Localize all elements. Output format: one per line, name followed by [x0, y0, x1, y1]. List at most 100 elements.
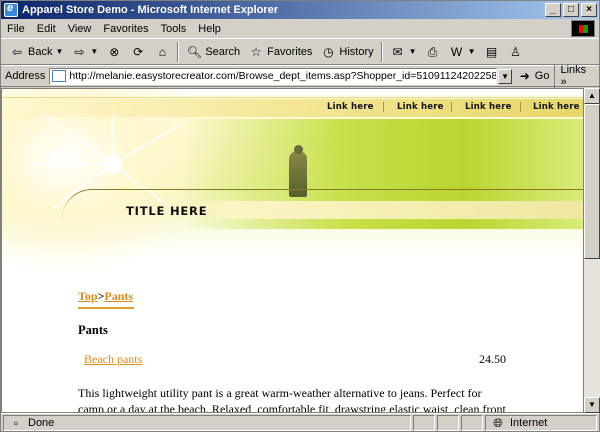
go-arrow-icon: ➜: [519, 69, 530, 83]
banner-title: TITLE HERE: [126, 204, 208, 218]
search-label: Search: [205, 45, 241, 58]
minimize-button[interactable]: _: [545, 3, 561, 17]
close-button[interactable]: ×: [581, 3, 597, 17]
menu-edit[interactable]: Edit: [31, 23, 62, 35]
mail-button[interactable]: ✉ ▼: [386, 41, 421, 63]
chevron-right-icon: »: [560, 76, 567, 88]
breadcrumb-top-link[interactable]: Top: [78, 289, 98, 303]
address-dropdown-button[interactable]: ▼: [498, 68, 512, 84]
breadcrumb-pants-link[interactable]: Pants: [104, 289, 133, 303]
chevron-down-icon: ▼: [467, 47, 476, 56]
chevron-down-icon: ▼: [90, 47, 99, 56]
breadcrumb-underline: [78, 307, 134, 309]
nav-link-4[interactable]: Link here: [533, 102, 580, 112]
home-button[interactable]: ⌂: [150, 41, 174, 63]
toolbar: ⇦ Back ▼ ⇨ ▼ ⊗ ⟳ ⌂ 🔍︎ Search ☆ Favorites…: [1, 39, 599, 65]
favorites-label: Favorites: [267, 45, 313, 58]
messenger-icon: ♙: [510, 44, 521, 59]
product-price: 24.50: [479, 352, 506, 366]
print-button[interactable]: ⎙: [421, 41, 445, 63]
page-viewport: Link here Link here Link here Link here …: [1, 88, 584, 413]
history-label: History: [339, 45, 374, 58]
go-label: Go: [534, 70, 550, 82]
banner-top-line: [2, 97, 583, 98]
menu-view[interactable]: View: [62, 23, 98, 35]
mail-icon: ✉: [392, 44, 403, 59]
nav-link-3[interactable]: Link here: [465, 102, 512, 112]
discuss-icon: ▤: [485, 44, 498, 59]
chevron-down-icon: ▼: [408, 47, 417, 56]
print-icon: ⎙: [427, 44, 438, 59]
toolbar-separator: [380, 41, 383, 62]
forward-button[interactable]: ⇨ ▼: [67, 41, 102, 63]
toolbar-separator: [177, 41, 180, 62]
nav-divider: [520, 102, 521, 112]
favorites-button[interactable]: ☆ Favorites: [244, 41, 316, 63]
menu-favorites[interactable]: Favorites: [97, 23, 154, 35]
address-input[interactable]: http://melanie.easystorecreator.com/Brow…: [49, 67, 498, 85]
status-cell: [413, 415, 435, 431]
stop-icon: ⊗: [109, 44, 120, 59]
go-button[interactable]: ➜ Go: [512, 68, 555, 84]
home-icon: ⌂: [158, 44, 166, 59]
menu-tools[interactable]: Tools: [155, 23, 193, 35]
address-bar: Address http://melanie.easystorecreator.…: [1, 64, 599, 88]
site-banner: Link here Link here Link here Link here …: [2, 89, 583, 279]
menu-bar: File Edit View Favorites Tools Help: [1, 19, 599, 39]
scroll-up-button[interactable]: ▲: [584, 88, 600, 104]
forward-arrow-icon: ⇨: [74, 44, 85, 59]
nav-divider: [383, 102, 384, 112]
page-icon: [52, 70, 67, 82]
edit-button[interactable]: W ▼: [445, 41, 480, 63]
window-title: Apparel Store Demo - Microsoft Internet …: [22, 4, 279, 16]
status-cell: [437, 415, 459, 431]
history-button[interactable]: ◷ History: [316, 41, 377, 63]
status-text-panel: ▫ Done: [3, 415, 411, 431]
status-cell: [461, 415, 483, 431]
zone-label: Internet: [510, 417, 548, 429]
vertical-scrollbar[interactable]: ▲ ▼: [584, 88, 600, 413]
discuss-button[interactable]: ▤: [480, 41, 504, 63]
refresh-button[interactable]: ⟳: [126, 41, 150, 63]
nav-divider: [451, 102, 452, 112]
menu-file[interactable]: File: [1, 23, 31, 35]
links-button[interactable]: Links »: [554, 64, 599, 88]
browser-window: Apparel Store Demo - Microsoft Internet …: [0, 0, 600, 432]
refresh-icon: ⟳: [133, 44, 144, 59]
department-title: Pants: [78, 323, 108, 337]
favorites-icon: ☆: [250, 44, 262, 59]
chevron-down-icon: ▼: [55, 47, 64, 56]
windows-logo-icon: [571, 20, 595, 37]
links-label: Links: [560, 64, 587, 76]
page-done-icon: ▫: [13, 416, 19, 430]
history-icon: ◷: [323, 44, 334, 59]
address-label: Address: [5, 70, 46, 82]
stop-button[interactable]: ⊗: [102, 41, 126, 63]
product-row: Beach pants 24.50: [78, 352, 506, 367]
ie-icon: [4, 2, 18, 17]
scroll-down-button[interactable]: ▼: [584, 397, 600, 413]
search-button[interactable]: 🔍︎ Search: [182, 41, 244, 63]
window-controls: _ □ ×: [545, 3, 597, 17]
menu-help[interactable]: Help: [192, 23, 227, 35]
security-zone: 🌐︎ Internet: [485, 415, 597, 431]
maximize-button[interactable]: □: [563, 3, 579, 17]
title-bar: Apparel Store Demo - Microsoft Internet …: [1, 1, 599, 19]
status-text: Done: [28, 417, 55, 429]
status-bar: ▫ Done 🌐︎ Internet: [1, 413, 599, 432]
back-arrow-icon: ⇦: [11, 44, 23, 59]
product-description: This lightweight utility pant is a great…: [78, 386, 506, 413]
search-icon: 🔍︎: [186, 44, 202, 59]
globe-icon: 🌐︎: [493, 416, 503, 430]
breadcrumb: Top>Pants: [78, 289, 518, 304]
word-edit-icon: W: [450, 44, 463, 59]
page-content: Top>Pants Pants Beach pants 24.50 This l…: [78, 289, 518, 413]
nav-link-2[interactable]: Link here: [397, 102, 444, 112]
back-label: Back: [28, 45, 53, 58]
product-link[interactable]: Beach pants: [84, 352, 142, 367]
address-url: http://melanie.easystorecreator.com/Brow…: [69, 70, 498, 82]
messenger-button[interactable]: ♙: [504, 41, 528, 63]
back-button[interactable]: ⇦ Back ▼: [5, 41, 67, 63]
nav-link-1[interactable]: Link here: [327, 102, 374, 112]
scroll-thumb[interactable]: [584, 104, 600, 259]
